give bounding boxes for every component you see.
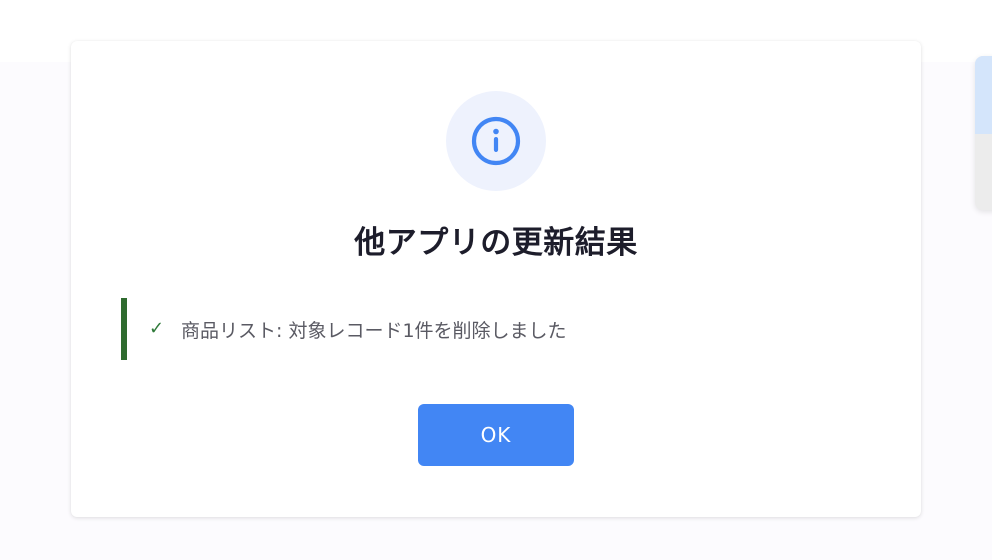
ok-button[interactable]: OK (418, 404, 574, 466)
result-message: 商品リスト: 対象レコード1件を削除しました (181, 319, 567, 342)
background-panel-highlight (975, 56, 992, 134)
result-dialog: 他アプリの更新結果 ✓ 商品リスト: 対象レコード1件を削除しました OK (71, 41, 921, 517)
dialog-title: 他アプリの更新結果 (354, 225, 638, 261)
info-icon (471, 116, 521, 166)
info-icon-container (446, 91, 546, 191)
check-icon: ✓ (149, 318, 165, 339)
result-item: ✓ 商品リスト: 対象レコード1件を削除しました (121, 298, 841, 360)
background-panel (975, 56, 992, 210)
